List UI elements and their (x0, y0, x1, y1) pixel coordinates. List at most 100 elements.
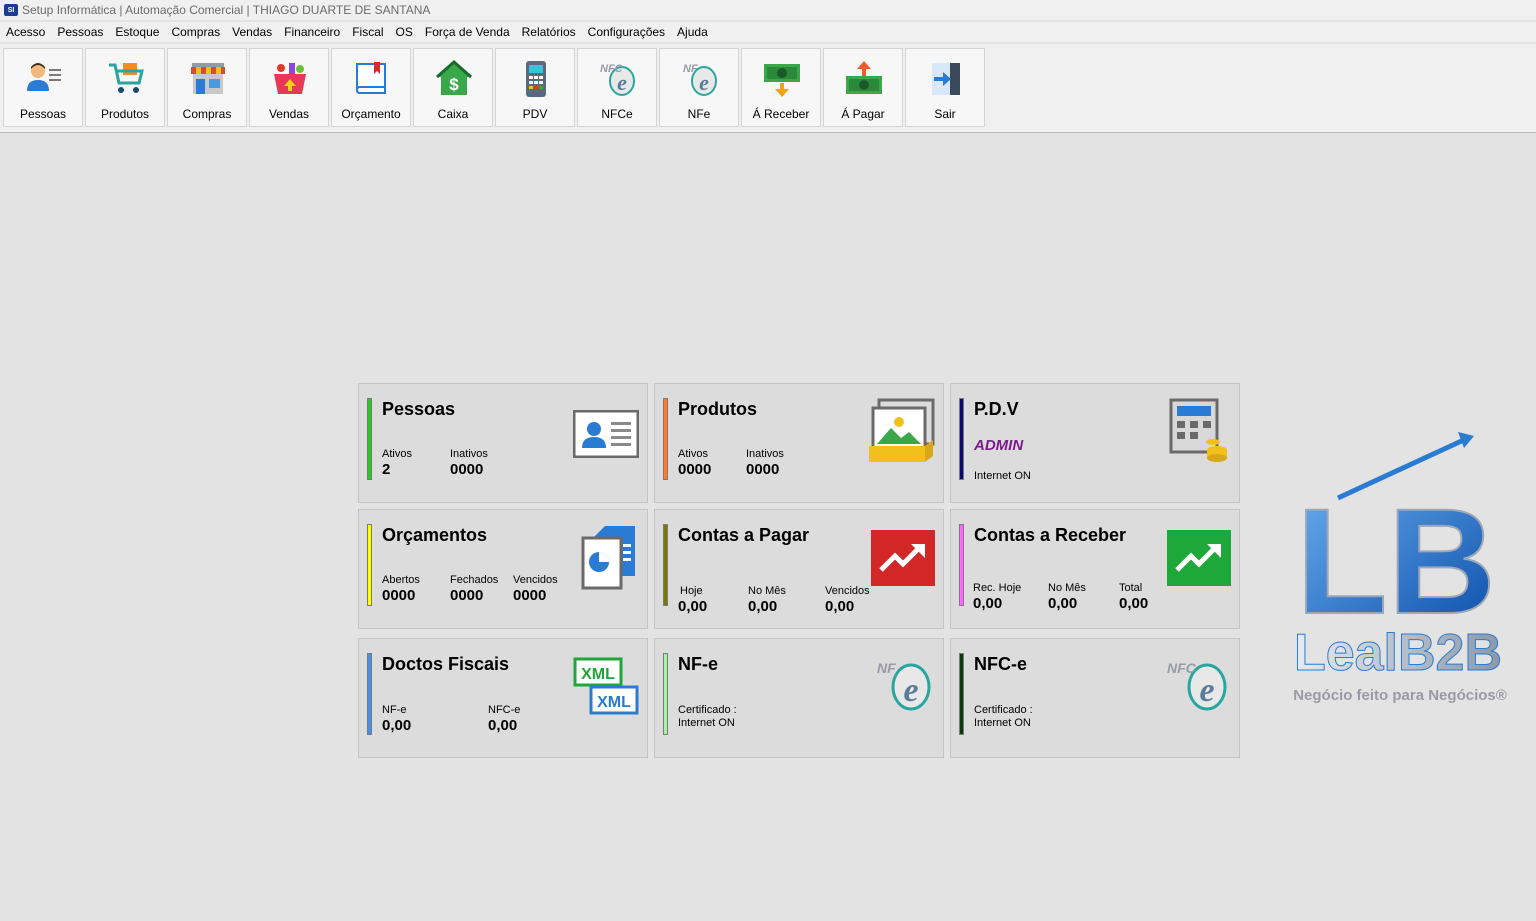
stat-vencidos: Vencidos 0000 (513, 574, 558, 604)
svg-text:LB: LB (1296, 477, 1496, 645)
menu-relatorios[interactable]: Relatórios (516, 25, 582, 39)
card-terminal-icon (526, 61, 546, 97)
toolbar-a-receber-button[interactable]: Á Receber (741, 48, 821, 127)
card-accent-bar (959, 398, 964, 480)
stat-inativos: Inativos 0000 (450, 448, 488, 478)
toolbar-pdv-button[interactable]: PDV (495, 48, 575, 127)
toolbar-compras-button[interactable]: Compras (167, 48, 247, 127)
svg-text:NF: NF (683, 63, 698, 75)
menu-estoque[interactable]: Estoque (109, 25, 165, 39)
money-down-icon (764, 64, 800, 97)
stat-fechados: Fechados 0000 (450, 574, 499, 604)
toolbar-label: Vendas (268, 107, 310, 121)
nfe-icon: e NF (683, 63, 717, 96)
menu-forca-de-venda[interactable]: Força de Venda (419, 25, 516, 39)
id-card-icon (573, 410, 639, 458)
svg-text:NFC: NFC (1167, 660, 1197, 676)
stat-inativos: Inativos 0000 (746, 448, 784, 478)
card-title: P.D.V (974, 399, 1019, 419)
trend-up-red-icon (871, 530, 935, 586)
menu-vendas[interactable]: Vendas (226, 25, 278, 39)
menu-ajuda[interactable]: Ajuda (671, 25, 714, 39)
stat-vencidos: Vencidos 0,00 (825, 585, 870, 615)
toolbar-label: Á Pagar (841, 107, 885, 121)
menu-fiscal[interactable]: Fiscal (346, 25, 389, 39)
card-contas-receber[interactable]: Contas a Receber Rec. Hoje 0,00 No Mês 0… (950, 509, 1240, 629)
svg-text:LealB2B: LealB2B (1294, 624, 1502, 682)
stat-no-mes: No Mês 0,00 (1048, 582, 1086, 612)
card-nfe[interactable]: NF-e Certificado : Internet ON e NF (654, 638, 944, 758)
stat-rec-hoje: Rec. Hoje 0,00 (973, 582, 1022, 612)
svg-text:e: e (699, 70, 709, 95)
toolbar-label: PDV (522, 107, 548, 121)
menu-compras[interactable]: Compras (165, 25, 226, 39)
stat-nfe: NF-e 0,00 (382, 704, 412, 734)
card-title: Contas a Pagar (678, 525, 810, 545)
toolbar: Pessoas Produtos Compras Vendas Orçament… (0, 44, 1536, 133)
svg-text:e: e (903, 672, 918, 709)
internet-status: Internet ON (974, 717, 1031, 729)
card-orcamentos[interactable]: Orçamentos Abertos 0000 Fechados 0000 Ve… (358, 509, 648, 629)
toolbar-vendas-button[interactable]: Vendas (249, 48, 329, 127)
menu-os[interactable]: OS (390, 25, 419, 39)
book-icon (356, 62, 386, 94)
card-title: Produtos (678, 399, 757, 419)
card-produtos[interactable]: Produtos Ativos 0000 Inativos 0000 (654, 383, 944, 503)
menu-configuracoes[interactable]: Configurações (582, 25, 671, 39)
toolbar-nfe-button[interactable]: e NF NFe (659, 48, 739, 127)
svg-text:XML: XML (581, 666, 615, 683)
card-pessoas[interactable]: Pessoas Ativos 2 Inativos 0000 (358, 383, 648, 503)
toolbar-label: NFe (687, 107, 711, 121)
toolbar-label: Compras (182, 107, 232, 121)
toolbar-label: Caixa (437, 107, 469, 121)
toolbar-sair-button[interactable]: Sair (905, 48, 985, 127)
card-accent-bar (663, 653, 668, 735)
menu-acesso[interactable]: Acesso (0, 25, 51, 39)
card-contas-pagar[interactable]: Contas a Pagar Hoje 0,00 No Mês 0,00 Ven… (654, 509, 944, 629)
card-pdv[interactable]: P.D.V ADMIN Internet ON (950, 383, 1240, 503)
card-doctos-fiscais[interactable]: Doctos Fiscais NF-e 0,00 NFC-e 0,00 XML … (358, 638, 648, 758)
image-gallery-icon (869, 398, 935, 462)
pdv-status: Internet ON (974, 470, 1031, 482)
toolbar-label: Orçamento (341, 107, 401, 121)
shopping-cart-icon (109, 63, 144, 93)
internet-status: Internet ON (678, 717, 735, 729)
menu-bar: Acesso Pessoas Estoque Compras Vendas Fi… (0, 22, 1536, 42)
card-accent-bar (367, 398, 372, 480)
card-accent-bar (959, 524, 964, 606)
cash-house-icon: $ (436, 59, 472, 95)
toolbar-label: NFCe (601, 107, 633, 121)
stat-total: Total 0,00 (1119, 582, 1149, 612)
card-nfce[interactable]: NFC-e Certificado : Internet ON e NFC (950, 638, 1240, 758)
menu-financeiro[interactable]: Financeiro (278, 25, 346, 39)
toolbar-orcamento-button[interactable]: Orçamento (331, 48, 411, 127)
toolbar-produtos-button[interactable]: Produtos (85, 48, 165, 127)
card-title: Orçamentos (382, 525, 488, 545)
card-title: NF-e (678, 654, 718, 674)
toolbar-nfce-button[interactable]: e NFC NFCe (577, 48, 657, 127)
card-accent-bar (663, 524, 668, 606)
xml-files-icon: XML XML (573, 657, 639, 715)
toolbar-pessoas-button[interactable]: Pessoas (3, 48, 83, 127)
svg-text:NF: NF (877, 660, 896, 676)
card-accent-bar (367, 524, 372, 606)
svg-text:$: $ (449, 75, 459, 94)
report-tag-icon (581, 526, 635, 590)
menu-pessoas[interactable]: Pessoas (51, 25, 109, 39)
person-card-icon (27, 63, 61, 91)
stat-hoje: Hoje 0,00 (678, 585, 708, 615)
nfce-logo-icon: e NFC (1167, 660, 1227, 711)
stat-nfce: NFC-e 0,00 (488, 704, 521, 734)
toolbar-caixa-button[interactable]: $ Caixa (413, 48, 493, 127)
exit-icon (932, 63, 960, 95)
certificado-label: Certificado : (678, 704, 737, 716)
nfe-logo-icon: e NF (877, 660, 931, 711)
stat-abertos: Abertos 0000 (382, 574, 420, 604)
stat-ativos: Ativos 2 (382, 448, 412, 478)
stat-ativos: Ativos 0000 (678, 448, 712, 478)
toolbar-label: Pessoas (19, 107, 67, 121)
app-logo-icon: SI (4, 4, 18, 16)
money-up-icon (846, 61, 882, 94)
trend-up-green-icon (1167, 530, 1231, 586)
toolbar-a-pagar-button[interactable]: Á Pagar (823, 48, 903, 127)
